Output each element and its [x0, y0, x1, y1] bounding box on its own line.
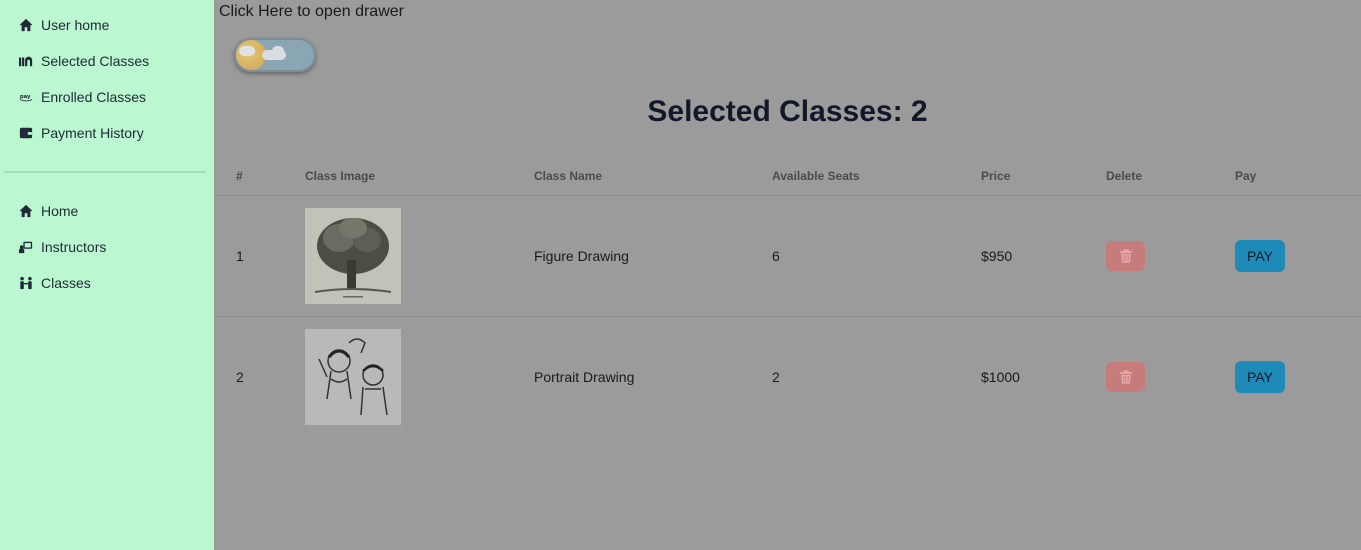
classes-icon [18, 53, 34, 69]
class-image-children [305, 328, 401, 425]
sidebar-item-label: Payment History [41, 125, 144, 141]
column-header-pay: Pay [1215, 158, 1361, 196]
column-header-delete: Delete [1086, 158, 1215, 196]
row-price: $950 [961, 195, 1086, 317]
class-image-tree [305, 207, 401, 304]
sidebar-item-selected-classes[interactable]: Selected Classes [3, 43, 211, 79]
row-image-cell [285, 316, 514, 437]
app-root: User home Selected Classes pay Enrolled … [0, 0, 1361, 550]
sidebar-item-label: Enrolled Classes [41, 89, 147, 105]
sidebar-item-instructors[interactable]: Instructors [3, 229, 211, 265]
row-image-cell [285, 195, 514, 317]
cloud-icon [272, 46, 284, 56]
row-pay-cell: PAY [1215, 195, 1361, 317]
theme-toggle[interactable] [234, 38, 316, 72]
row-delete-cell [1086, 195, 1215, 317]
sidebar-item-payment-history[interactable]: Payment History [3, 115, 211, 151]
sidebar-divider [4, 171, 206, 173]
pay-button[interactable]: PAY [1235, 360, 1285, 393]
table-row: 1 Figure Drawing 6 $950 PAY [216, 195, 1361, 317]
sidebar-item-home[interactable]: Home [3, 193, 211, 229]
sidebar-item-label: User home [41, 17, 110, 33]
table-row: 2 Portrait Drawing 2 $1000 PAY [216, 316, 1361, 437]
row-index: 1 [216, 195, 285, 317]
sidebar-nav-main: Home Instructors Classes [0, 193, 214, 301]
column-header-name: Class Name [514, 158, 752, 196]
delete-button[interactable] [1106, 361, 1145, 392]
sidebar-nav-user: User home Selected Classes pay Enrolled … [0, 7, 214, 151]
sidebar-item-user-home[interactable]: User home [3, 7, 211, 43]
people-icon [18, 275, 34, 291]
row-index: 2 [236, 368, 244, 385]
svg-text:pay: pay [20, 94, 31, 100]
wallet-icon [18, 125, 34, 141]
row-available-seats: 2 [772, 368, 780, 385]
row-delete-cell [1086, 316, 1215, 437]
column-header-seats: Available Seats [752, 158, 961, 196]
main-content: Click Here to open drawer Selected Class… [214, 0, 1361, 550]
trash-icon [1119, 248, 1132, 263]
pay-icon: pay [18, 89, 34, 105]
sidebar: User home Selected Classes pay Enrolled … [0, 0, 214, 550]
trash-icon [1119, 370, 1132, 384]
sidebar-item-label: Home [41, 203, 79, 219]
open-drawer-link[interactable]: Click Here to open drawer [219, 3, 404, 21]
row-pay-cell: PAY [1215, 316, 1361, 437]
sidebar-item-label: Classes [41, 275, 91, 291]
pay-button[interactable]: PAY [1235, 239, 1285, 272]
column-header-price: Price [961, 158, 1086, 196]
sidebar-item-label: Instructors [41, 239, 107, 255]
cloud-icon [239, 46, 255, 56]
instructor-icon [18, 239, 34, 255]
column-header-image: Class Image [285, 158, 514, 196]
home-icon [18, 203, 34, 219]
row-available-seats: 6 [752, 195, 961, 317]
row-class-name: Figure Drawing [514, 195, 752, 317]
row-class-name: Portrait Drawing [534, 368, 635, 385]
sidebar-item-label: Selected Classes [41, 53, 150, 69]
selected-classes-table: # Class Image Class Name Available Seats… [216, 158, 1361, 437]
home-icon [18, 17, 34, 33]
table-header-row: # Class Image Class Name Available Seats… [216, 158, 1361, 196]
sidebar-item-classes[interactable]: Classes [3, 265, 211, 301]
page-title: Selected Classes: 2 [647, 95, 928, 128]
delete-button[interactable] [1106, 240, 1145, 271]
column-header-index: # [216, 158, 285, 196]
row-price: $1000 [981, 368, 1020, 385]
sidebar-item-enrolled-classes[interactable]: pay Enrolled Classes [3, 79, 211, 115]
